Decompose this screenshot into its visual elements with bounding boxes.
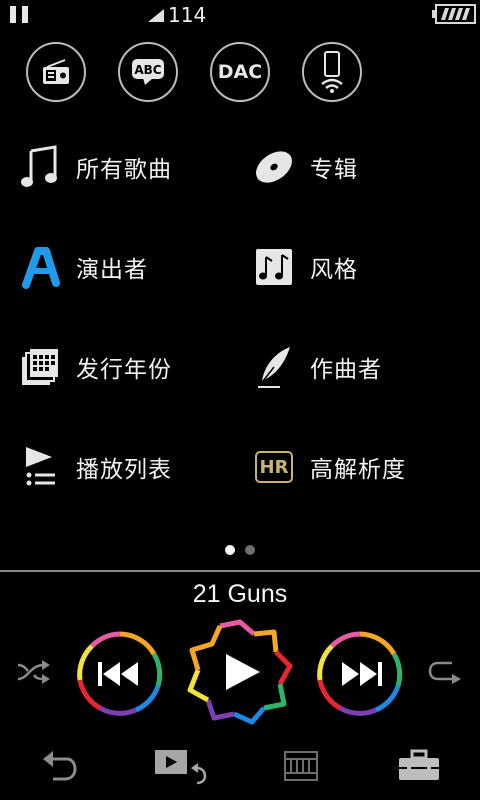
shuffle-icon xyxy=(17,660,50,684)
radio-icon xyxy=(43,59,69,84)
page-dot-2[interactable] xyxy=(245,545,255,555)
signal-value: 114 xyxy=(168,3,207,27)
hi-res-icon: HR xyxy=(252,445,296,489)
page-indicator xyxy=(0,545,480,555)
play-button[interactable] xyxy=(186,618,294,726)
library-button[interactable] xyxy=(266,738,336,794)
artist-a-icon xyxy=(18,245,62,289)
phone-wireless-icon xyxy=(321,51,343,93)
bottom-nav xyxy=(0,738,480,794)
repeat-button[interactable] xyxy=(424,650,468,694)
divider xyxy=(0,570,480,572)
menu-release-year-label: 发行年份 xyxy=(76,357,172,383)
menu-artists[interactable]: 演出者 xyxy=(18,239,148,295)
now-playing-screen-button[interactable] xyxy=(146,738,216,794)
menu-albums-label: 专辑 xyxy=(310,157,358,183)
quick-actions-row: ABC DAC xyxy=(0,42,480,102)
menu-artists-label: 演出者 xyxy=(76,257,148,283)
menu-all-songs[interactable]: 所有歌曲 xyxy=(18,139,172,195)
menu-playlists[interactable]: 播放列表 xyxy=(18,439,172,495)
toolbox-button[interactable] xyxy=(384,738,454,794)
transport-controls xyxy=(0,618,480,728)
menu-composers-label: 作曲者 xyxy=(310,357,382,383)
abc-label: ABC xyxy=(134,63,161,77)
back-arrow-icon xyxy=(43,751,77,781)
video-return-icon xyxy=(155,750,207,785)
now-playing-title[interactable]: 21 Guns xyxy=(0,580,480,609)
pause-icon xyxy=(10,6,28,23)
shuffle-button[interactable] xyxy=(12,650,56,694)
menu-release-year[interactable]: 发行年份 xyxy=(18,339,172,395)
status-bar: 114 xyxy=(0,0,480,28)
hi-res-badge: HR xyxy=(255,451,293,483)
menu-genres-label: 风格 xyxy=(310,257,358,283)
repeat-icon xyxy=(428,661,461,684)
feather-quill-icon xyxy=(252,345,296,389)
page-dot-1[interactable] xyxy=(225,545,235,555)
abc-button[interactable]: ABC xyxy=(118,42,178,102)
menu-albums[interactable]: 专辑 xyxy=(252,139,358,195)
grid-shelf-icon xyxy=(284,751,318,781)
dac-button[interactable]: DAC xyxy=(210,42,270,102)
toolbox-icon xyxy=(399,749,439,780)
signal-strength-icon xyxy=(148,9,164,22)
menu-genres[interactable]: 风格 xyxy=(252,239,358,295)
play-icon xyxy=(187,619,293,725)
abc-speech-icon: ABC xyxy=(132,59,164,85)
phone-wireless-button[interactable] xyxy=(302,42,362,102)
back-button[interactable] xyxy=(24,738,94,794)
disc-icon xyxy=(252,145,296,189)
music-note-icon xyxy=(18,145,62,189)
menu-composers[interactable]: 作曲者 xyxy=(252,339,382,395)
menu-all-songs-label: 所有歌曲 xyxy=(76,157,172,183)
playlist-icon xyxy=(18,445,62,489)
previous-icon xyxy=(77,631,163,716)
menu-playlists-label: 播放列表 xyxy=(76,457,172,483)
music-notes-square-icon xyxy=(252,245,296,289)
radio-button[interactable] xyxy=(26,42,86,102)
menu-hi-res-label: 高解析度 xyxy=(310,457,406,483)
previous-button[interactable] xyxy=(76,630,164,718)
next-button[interactable] xyxy=(316,630,404,718)
next-icon xyxy=(317,631,403,716)
battery-icon xyxy=(432,4,476,24)
calendar-stack-icon xyxy=(18,345,62,389)
dac-label: DAC xyxy=(217,61,263,83)
menu-hi-res[interactable]: HR 高解析度 xyxy=(252,439,406,495)
